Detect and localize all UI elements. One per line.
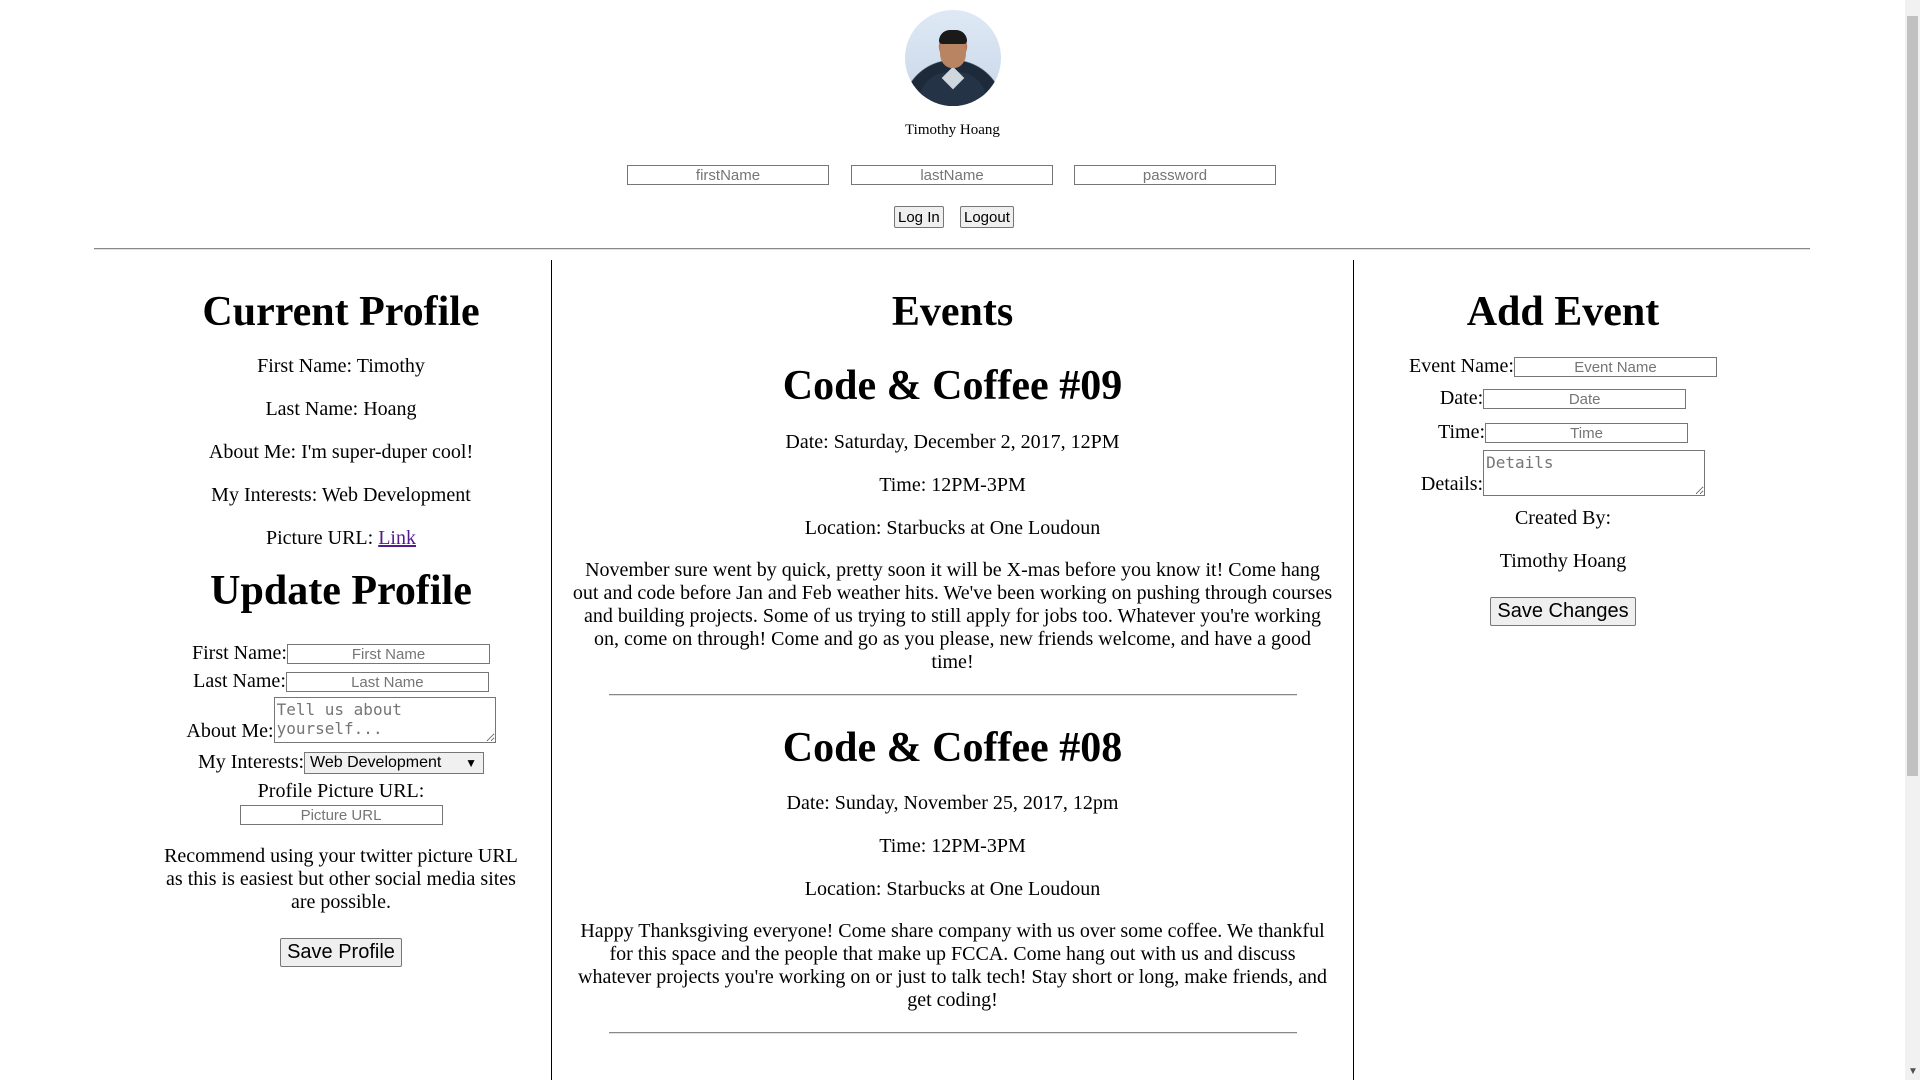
interests-select[interactable]: Web Development ▼ — [304, 752, 485, 775]
logout-button[interactable]: Logout — [960, 206, 1014, 228]
picture-url-field-label: Profile Picture URL: — [257, 780, 425, 803]
save-profile-button[interactable]: Save Profile — [280, 938, 402, 968]
event-date-field[interactable] — [1483, 389, 1687, 410]
event-time-row: Time: — [1354, 420, 1772, 444]
first-name-row: First Name: — [110, 641, 572, 665]
events-title: Events — [891, 289, 1014, 335]
event-details-row: Details: — [1354, 450, 1772, 496]
profile-picture-url: Picture URL: Link — [110, 526, 572, 550]
last-name-label: Last Name: — [193, 670, 286, 692]
event-details-label: Details: — [1420, 473, 1484, 495]
password-input[interactable] — [1074, 165, 1276, 185]
event-card: Code & Coffee #08 Date: Sunday, November… — [571, 727, 1334, 1034]
recommend-text: Recommend using your twitter picture URL… — [164, 845, 518, 914]
event-time: Time: 12PM-3PM — [879, 474, 1026, 496]
event-description: Happy Thanksgiving everyone! Come share … — [578, 920, 1327, 1011]
event-details-textarea[interactable] — [1483, 450, 1706, 496]
login-button[interactable]: Log In — [894, 206, 944, 228]
scrollbar-thumb[interactable] — [1907, 16, 1918, 776]
created-by-name: Timothy Hoang — [1499, 550, 1627, 572]
event-time-label: Time: — [1437, 421, 1486, 443]
scroll-down-icon[interactable]: ▼ — [1908, 1066, 1918, 1077]
save-profile-row: Save Profile — [110, 938, 572, 968]
event-location: Location: Starbucks at One Loudoun — [804, 517, 1101, 539]
profile-about-me: About Me: I'm super-duper cool! — [208, 441, 474, 463]
last-name-login-input[interactable] — [851, 165, 1053, 185]
event-date: Date: Sunday, November 25, 2017, 12pm — [786, 792, 1119, 814]
event-date: Date: Saturday, December 2, 2017, 12PM — [785, 431, 1120, 453]
profile-last-name: Last Name: Hoang — [265, 398, 417, 420]
save-changes-button[interactable]: Save Changes — [1490, 597, 1636, 626]
events-column: Events Code & Coffee #09 Date: Saturday,… — [571, 260, 1334, 1034]
event-description: November sure went by quick, pretty soon… — [572, 559, 1333, 673]
event-name-row: Event Name: — [1354, 354, 1772, 378]
event-date-row: Date: — [1354, 386, 1772, 410]
about-me-label: About Me: — [186, 720, 274, 742]
page-scrollbar[interactable]: ▼ — [1905, 0, 1920, 1080]
event-time-field[interactable] — [1485, 423, 1689, 444]
update-profile-title: Update Profile — [210, 568, 472, 614]
last-name-field[interactable] — [285, 672, 489, 693]
event-name-label: Event Name: — [1409, 355, 1514, 377]
last-name-row: Last Name: — [110, 669, 572, 693]
interests-label: My Interests: — [197, 751, 305, 773]
created-by-label: Created By: — [1514, 507, 1612, 529]
profile-interests: My Interests: Web Development — [211, 484, 471, 506]
avatar — [905, 10, 1001, 106]
about-me-textarea[interactable] — [273, 697, 496, 743]
event-name-field[interactable] — [1513, 357, 1717, 378]
add-event-column: Add Event Event Name: Date: Time: Detail… — [1354, 260, 1772, 626]
profile-first-name: First Name: Timothy — [257, 355, 425, 377]
event-card: Code & Coffee #09 Date: Saturday, Decemb… — [571, 365, 1334, 696]
event-date-label: Date: — [1439, 387, 1484, 409]
event-name: Code & Coffee #09 — [782, 363, 1123, 409]
first-name-label: First Name: — [192, 642, 287, 664]
username: Timothy Hoang — [905, 122, 1000, 138]
picture-url-label: Picture URL: — [266, 527, 379, 549]
add-event-title: Add Event — [1466, 289, 1660, 335]
event-divider — [608, 1032, 1297, 1034]
first-name-field[interactable] — [287, 644, 490, 665]
current-profile-title: Current Profile — [202, 289, 480, 335]
picture-link[interactable]: Link — [378, 527, 416, 549]
first-name-login-input[interactable] — [627, 165, 829, 185]
event-time: Time: 12PM-3PM — [879, 835, 1026, 857]
event-name: Code & Coffee #08 — [782, 725, 1123, 771]
interests-row: My Interests: Web Development ▼ — [110, 750, 572, 775]
picture-url-field[interactable] — [239, 805, 443, 826]
about-me-row: About Me: — [110, 697, 572, 743]
chevron-down-icon: ▼ — [465, 756, 478, 771]
interests-selected-value: Web Development — [310, 754, 442, 772]
profile-column: Current Profile First Name: Timothy Last… — [110, 260, 572, 968]
save-changes-row: Save Changes — [1354, 597, 1772, 626]
event-location: Location: Starbucks at One Loudoun — [804, 878, 1101, 900]
picture-url-row — [110, 805, 572, 826]
event-divider — [608, 694, 1297, 696]
header-divider — [94, 248, 1810, 250]
